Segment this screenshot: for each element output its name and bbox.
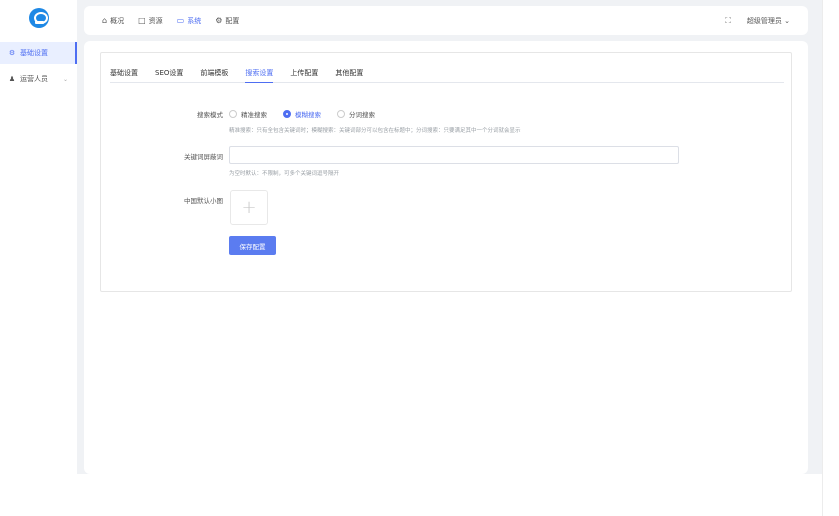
- plus-icon: +: [241, 197, 257, 218]
- search-mode-label: 搜索模式: [197, 111, 223, 119]
- main-content: 基础设置 SEO设置 前端模板 搜索设置 上传配置 其他配置 搜索模式 精准搜索…: [84, 41, 808, 474]
- nav-config[interactable]: ⚙ 配置: [215, 16, 239, 26]
- sidebar-item-basic-settings[interactable]: ⚙ 基础设置: [0, 42, 77, 64]
- gear-icon: ⚙: [215, 16, 223, 25]
- image-upload[interactable]: +: [230, 190, 268, 225]
- tab-upload[interactable]: 上传配置: [290, 67, 318, 83]
- folder-icon: □: [138, 16, 146, 25]
- radio-circle: [229, 110, 237, 118]
- chevron-down-icon: ⌄: [781, 16, 790, 25]
- default-image-label: 中国默认小图: [184, 197, 223, 205]
- nav-label: 资源: [148, 16, 163, 25]
- radio-label: 模糊搜索: [295, 111, 321, 119]
- user-icon: ♟: [8, 75, 16, 83]
- search-word-input[interactable]: [229, 146, 679, 164]
- tab-seo[interactable]: SEO设置: [155, 67, 183, 83]
- chevron-down-icon: ⌄: [62, 75, 68, 83]
- settings-tabs: 基础设置 SEO设置 前端模板 搜索设置 上传配置 其他配置: [110, 67, 784, 83]
- home-icon: ⌂: [102, 16, 108, 25]
- sidebar-item-label: 运营人员: [20, 75, 48, 83]
- search-mode-radio-group: 精准搜索 模糊搜索 分词搜索: [229, 109, 391, 119]
- nav-label: 概况: [110, 16, 125, 25]
- settings-icon: ⚙: [8, 49, 16, 57]
- nav-resources[interactable]: □ 资源: [138, 16, 163, 26]
- logo-icon[interactable]: [28, 8, 49, 28]
- radio-segment-search[interactable]: 分词搜索: [337, 109, 375, 119]
- radio-circle: [337, 110, 345, 118]
- tab-search[interactable]: 搜索设置: [245, 67, 274, 83]
- radio-exact-search[interactable]: 精准搜索: [229, 109, 267, 119]
- tab-other[interactable]: 其他配置: [335, 67, 363, 83]
- radio-fuzzy-search[interactable]: 模糊搜索: [283, 109, 321, 119]
- save-button[interactable]: 保存配置: [229, 236, 276, 255]
- nav-label: 配置: [225, 16, 240, 25]
- search-word-label: 关键词屏蔽词: [184, 153, 223, 161]
- user-menu[interactable]: 超级管理员 ⌄: [747, 16, 790, 26]
- user-name: 超级管理员: [746, 16, 782, 25]
- top-nav: ⌂ 概况 □ 资源 ▭ 系统 ⚙ 配置 ⛶ 超级管理员 ⌄: [84, 6, 808, 35]
- settings-card: 基础设置 SEO设置 前端模板 搜索设置 上传配置 其他配置 搜索模式 精准搜索…: [100, 52, 792, 292]
- sidebar: ⚙ 基础设置 ♟ 运营人员 ⌄: [0, 0, 77, 474]
- fullscreen-icon[interactable]: ⛶: [725, 16, 731, 26]
- logo-area: [0, 0, 77, 36]
- radio-label: 精准搜索: [241, 111, 267, 119]
- sidebar-item-operators[interactable]: ♟ 运营人员 ⌄: [0, 68, 77, 90]
- search-mode-hint: 精准搜索：只有全包含关键词时；模糊搜索：关键词部分可以包含在标题中；分词搜索：只…: [229, 128, 521, 134]
- scrollbar[interactable]: [822, 0, 839, 516]
- radio-label: 分词搜索: [349, 111, 375, 119]
- app-frame: ⚙ 基础设置 ♟ 运营人员 ⌄ ⌂ 概况 □ 资源 ▭ 系统 ⚙ 配置 ⛶ 超级…: [0, 0, 822, 474]
- monitor-icon: ▭: [176, 16, 185, 25]
- nav-system[interactable]: ▭ 系统: [177, 16, 202, 26]
- radio-circle: [283, 110, 291, 118]
- nav-label: 系统: [187, 16, 202, 25]
- top-right-area: ⛶ 超级管理员 ⌄: [725, 6, 790, 35]
- tab-basic[interactable]: 基础设置: [110, 67, 138, 83]
- search-word-hint: 为空时默认：不限制，可多个关键词逗号隔开: [229, 171, 340, 177]
- tab-frontend-template[interactable]: 前端模板: [200, 67, 228, 83]
- nav-overview[interactable]: ⌂ 概况: [102, 16, 124, 26]
- sidebar-item-label: 基础设置: [20, 49, 48, 57]
